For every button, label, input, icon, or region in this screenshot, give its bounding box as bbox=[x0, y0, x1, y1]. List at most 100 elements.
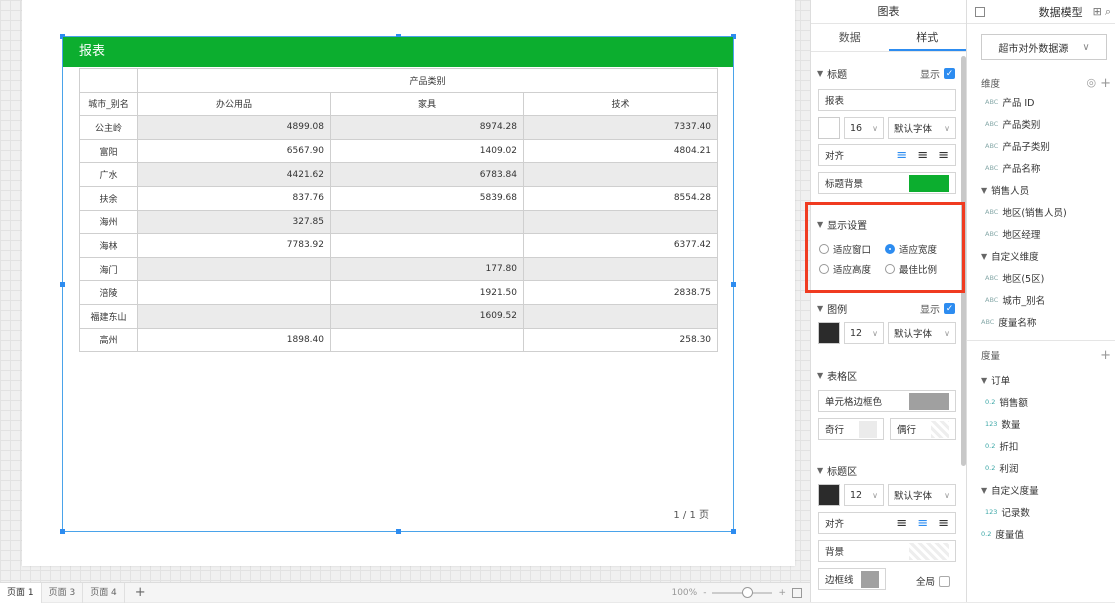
global-checkbox[interactable] bbox=[939, 575, 951, 587]
dimension-settings-icon[interactable]: ◎ bbox=[1086, 76, 1096, 91]
legend-font-size-select[interactable]: 12 ∨ bbox=[844, 322, 884, 344]
field-item[interactable]: ABC 产品名称 bbox=[985, 161, 1040, 175]
global-checkbox-row[interactable]: 全局 bbox=[916, 574, 951, 588]
page-tab[interactable]: 页面 3 bbox=[42, 582, 84, 603]
resize-handle[interactable] bbox=[731, 529, 736, 534]
page-tab[interactable]: 页面 4 bbox=[83, 582, 125, 603]
value-cell bbox=[330, 233, 524, 258]
field-item[interactable]: ABC 产品类别 bbox=[985, 117, 1040, 131]
field-item[interactable]: 0.2 度量值 bbox=[981, 527, 1024, 541]
title-font-size-select[interactable]: 16 ∨ bbox=[844, 117, 884, 139]
field-name: 销售人员 bbox=[991, 186, 1030, 197]
border-line-swatch[interactable] bbox=[861, 570, 879, 588]
field-item[interactable]: 123 记录数 bbox=[985, 505, 1030, 519]
resize-handle[interactable] bbox=[396, 529, 401, 534]
chevron-down-icon[interactable]: ▼ bbox=[817, 304, 823, 313]
field-name: 自定义度量 bbox=[991, 486, 1039, 497]
value-cell: 1898.40 bbox=[137, 327, 331, 353]
even-row-color[interactable]: 偶行 bbox=[890, 418, 956, 440]
field-name: 销售额 bbox=[999, 398, 1028, 409]
search-icon[interactable]: ⌕ bbox=[1105, 5, 1111, 19]
title-area-font-family-select[interactable]: 默认字体 ∨ bbox=[888, 484, 956, 506]
report-page: 报表 产品类别 城市_别名 办公用品 家具 技术 公主岭 4899.08 8974.28 733… bbox=[22, 0, 795, 566]
chevron-down-icon[interactable]: ▼ bbox=[981, 376, 987, 385]
title-bg-color-swatch[interactable] bbox=[909, 174, 949, 192]
zoom-slider-knob[interactable] bbox=[742, 587, 754, 598]
table-view-icon[interactable]: ⊞ bbox=[1093, 5, 1102, 18]
align-left-icon[interactable]: ≡ bbox=[896, 516, 907, 531]
chevron-down-icon[interactable]: ▼ bbox=[981, 252, 987, 261]
add-measure-button[interactable]: + bbox=[1100, 348, 1111, 363]
field-type-icon: ABC bbox=[985, 98, 999, 106]
column-header: 家具 bbox=[330, 91, 524, 117]
field-item[interactable]: 0.2 折扣 bbox=[985, 439, 1018, 453]
collapse-panel-icon[interactable] bbox=[975, 6, 985, 17]
field-item[interactable]: ABC 地区(销售人员) bbox=[985, 205, 1067, 219]
chevron-down-icon[interactable]: ▼ bbox=[817, 466, 823, 475]
field-item[interactable]: 0.2 利润 bbox=[985, 461, 1018, 475]
chevron-down-icon[interactable]: ▼ bbox=[817, 371, 823, 380]
fit-screen-icon[interactable] bbox=[792, 588, 802, 598]
field-item[interactable]: 0.2 销售额 bbox=[985, 395, 1028, 409]
chevron-down-icon: ∨ bbox=[944, 490, 950, 500]
field-item[interactable]: ABC 产品 ID bbox=[985, 95, 1034, 109]
chevron-down-icon[interactable]: ▼ bbox=[981, 486, 987, 495]
legend-show-checkbox[interactable]: ✓ bbox=[944, 303, 955, 314]
title-color-swatch[interactable] bbox=[818, 117, 840, 139]
table-row: 广水 4421.62 6783.84 bbox=[79, 162, 719, 187]
zoom-out-button[interactable]: - bbox=[703, 588, 706, 598]
resize-handle[interactable] bbox=[60, 282, 65, 287]
resize-handle[interactable] bbox=[60, 529, 65, 534]
field-item[interactable]: ABC 地区(5区) bbox=[985, 271, 1044, 285]
zoom-level: 100% bbox=[671, 588, 698, 598]
table-widget[interactable]: 报表 产品类别 城市_别名 办公用品 家具 技术 公主岭 4899.08 8974.28 733… bbox=[60, 34, 736, 534]
value-cell: 8974.28 bbox=[330, 115, 524, 140]
field-item[interactable]: ABC 地区经理 bbox=[985, 227, 1040, 241]
field-group[interactable]: ▼ 自定义度量 bbox=[981, 483, 1039, 498]
field-group[interactable]: ▼ 订单 bbox=[981, 373, 1010, 388]
chevron-down-icon[interactable]: ▼ bbox=[817, 69, 823, 78]
align-center-icon[interactable]: ≡ bbox=[917, 516, 928, 531]
title-show-checkbox[interactable]: ✓ bbox=[944, 68, 955, 79]
bg-color-swatch[interactable] bbox=[909, 542, 949, 560]
city-cell: 富阳 bbox=[79, 138, 138, 164]
dimensions-heading: 维度 bbox=[981, 79, 1001, 90]
add-dimension-button[interactable]: + bbox=[1100, 76, 1111, 91]
title-area-color-swatch[interactable] bbox=[818, 484, 840, 506]
title-font-family-select[interactable]: 默认字体 ∨ bbox=[888, 117, 956, 139]
data-source-select[interactable]: 超市对外数据源 ∨ bbox=[981, 34, 1107, 60]
design-canvas[interactable]: 报表 产品类别 城市_别名 办公用品 家具 技术 公主岭 4899.08 8974.28 733… bbox=[0, 0, 810, 582]
align-right-icon[interactable]: ≡ bbox=[938, 148, 949, 163]
field-item[interactable]: ABC 城市_别名 bbox=[985, 293, 1045, 307]
title-area-font-size-select[interactable]: 12 ∨ bbox=[844, 484, 884, 506]
align-left-icon[interactable]: ≡ bbox=[896, 148, 907, 163]
odd-row-color[interactable]: 奇行 bbox=[818, 418, 884, 440]
group-header: 产品类别 bbox=[136, 68, 719, 93]
value-cell: 4899.08 bbox=[137, 115, 331, 140]
align-right-icon[interactable]: ≡ bbox=[938, 516, 949, 531]
field-group[interactable]: ▼ 自定义维度 bbox=[981, 249, 1039, 264]
value-cell: 1921.50 bbox=[330, 280, 524, 305]
add-page-button[interactable]: + bbox=[125, 585, 156, 600]
corner-cell bbox=[79, 68, 138, 93]
title-text-input[interactable]: 报表 bbox=[818, 89, 956, 111]
zoom-slider[interactable] bbox=[712, 587, 773, 598]
resize-handle[interactable] bbox=[731, 282, 736, 287]
legend-color-swatch[interactable] bbox=[818, 322, 840, 344]
zoom-in-button[interactable]: + bbox=[778, 588, 786, 598]
chevron-down-icon[interactable]: ▼ bbox=[981, 186, 987, 195]
page-tab[interactable]: 页面 1 bbox=[0, 582, 42, 603]
table-row: 海门 177.80 bbox=[79, 256, 719, 282]
tab-data[interactable]: 数据 bbox=[811, 24, 889, 51]
align-center-icon[interactable]: ≡ bbox=[917, 148, 928, 163]
field-group[interactable]: ▼ 销售人员 bbox=[981, 183, 1030, 198]
value-cell: 4804.21 bbox=[522, 138, 719, 164]
field-item[interactable]: ABC 度量名称 bbox=[981, 315, 1036, 329]
value-cell: 6377.42 bbox=[522, 233, 719, 258]
legend-font-family-select[interactable]: 默认字体 ∨ bbox=[888, 322, 956, 344]
report-title: 报表 bbox=[63, 37, 733, 67]
field-item[interactable]: 123 数量 bbox=[985, 417, 1020, 431]
tab-style[interactable]: 样式 bbox=[888, 24, 966, 51]
border-color-swatch[interactable] bbox=[909, 392, 949, 410]
field-item[interactable]: ABC 产品子类别 bbox=[985, 139, 1050, 153]
